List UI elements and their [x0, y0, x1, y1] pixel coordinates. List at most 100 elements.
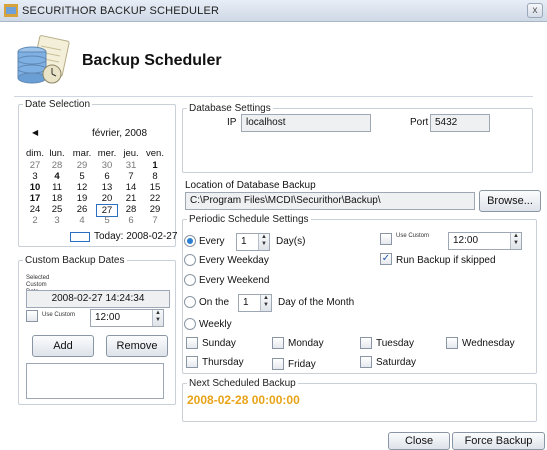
calendar-day[interactable]: 4 — [71, 215, 93, 226]
every-days-value: 1 — [241, 236, 247, 247]
every-days-spinner[interactable]: ▲ ▼ — [258, 234, 269, 250]
periodic-time-value: 12:00 — [453, 235, 479, 246]
window-title: SECURITHOR BACKUP SCHEDULER — [22, 5, 220, 17]
periodic-use-custom-checkbox[interactable] — [380, 233, 392, 245]
calendar-day[interactable]: 12 — [71, 182, 93, 193]
periodic-schedule-legend: Periodic Schedule Settings — [189, 214, 309, 225]
calendar-day[interactable]: 15 — [144, 182, 166, 193]
close-button[interactable]: Close — [388, 432, 450, 450]
custom-use-custom-checkbox[interactable] — [26, 310, 38, 322]
calendar-day[interactable]: 3 — [46, 215, 68, 226]
custom-datetime-display[interactable]: 2008-02-27 14:24:34 — [26, 290, 170, 308]
tuesday-checkbox[interactable] — [360, 337, 372, 349]
custom-dates-list[interactable] — [26, 363, 164, 399]
saturday-checkbox[interactable] — [360, 356, 372, 368]
ip-input[interactable]: localhost — [241, 114, 371, 132]
remove-button[interactable]: Remove — [106, 335, 168, 357]
every-weekday-radio[interactable] — [184, 254, 196, 266]
page-title: Backup Scheduler — [82, 52, 222, 69]
calendar-day[interactable]: 14 — [120, 182, 142, 193]
today-marker — [70, 232, 90, 242]
custom-time-spinner[interactable]: ▲ ▼ — [152, 310, 163, 326]
calendar-day[interactable]: 25 — [46, 204, 68, 215]
title-bar: SECURITHOR BACKUP SCHEDULER x — [0, 0, 547, 22]
prev-month-icon[interactable]: ◀ — [32, 128, 38, 137]
weekday-label: jeu. — [123, 148, 139, 159]
calendar-day[interactable]: 7 — [144, 215, 166, 226]
calendar-day[interactable]: 7 — [120, 171, 142, 182]
calendar-week-row: 10 11 12 13 14 15 — [24, 182, 180, 193]
periodic-use-custom-label: Use Custom — [396, 233, 430, 239]
date-selection-legend: Date Selection — [25, 99, 91, 110]
on-the-day-radio[interactable] — [184, 296, 196, 308]
calendar-day[interactable]: 8 — [144, 171, 166, 182]
sunday-label: Sunday — [202, 338, 236, 349]
add-button[interactable]: Add — [32, 335, 94, 357]
calendar-day[interactable]: 6 — [96, 171, 118, 182]
every-label: Every — [199, 236, 225, 247]
tuesday-label: Tuesday — [376, 338, 414, 349]
calendar-day[interactable]: 29 — [144, 204, 166, 215]
calendar-day[interactable]: 21 — [120, 193, 142, 204]
weekday-label: ven. — [146, 148, 164, 159]
calendar-day[interactable]: 1 — [144, 160, 166, 171]
saturday-label: Saturday — [376, 357, 417, 368]
calendar-day[interactable]: 17 — [24, 193, 46, 204]
next-backup-value: 2008-02-28 00:00:00 — [187, 393, 300, 407]
database-schedule-icon — [17, 35, 70, 84]
calendar-day[interactable]: 31 — [120, 160, 142, 171]
wednesday-checkbox[interactable] — [446, 337, 458, 349]
next-backup-legend: Next Scheduled Backup — [189, 378, 296, 389]
run-if-skipped-checkbox[interactable]: ✓ — [380, 253, 392, 265]
calendar-day[interactable]: 27 — [24, 160, 46, 171]
calendar-day[interactable]: 20 — [96, 193, 118, 204]
weekly-radio[interactable] — [184, 318, 196, 330]
calendar-day[interactable]: 19 — [71, 193, 93, 204]
header-divider — [14, 96, 533, 97]
calendar-day[interactable]: 2 — [24, 215, 46, 226]
calendar-day[interactable]: 5 — [96, 215, 118, 226]
weekday-label: dim. — [26, 148, 44, 159]
window-close-button[interactable]: x — [527, 3, 543, 18]
calendar-week-row: 27 28 29 30 31 1 — [24, 160, 180, 171]
calendar-day[interactable]: 3 — [24, 171, 46, 182]
every-days-radio[interactable] — [184, 235, 196, 247]
calendar-day[interactable]: 28 — [120, 204, 142, 215]
custom-time-value: 12:00 — [95, 312, 121, 323]
thursday-checkbox[interactable] — [186, 356, 198, 368]
calendar-week-row: 3 4 5 6 7 8 — [24, 171, 180, 182]
calendar-month-label: février, 2008 — [92, 128, 148, 139]
browse-button[interactable]: Browse... — [479, 190, 541, 212]
day-of-month-label: Day of the Month — [278, 297, 355, 308]
every-weekend-radio[interactable] — [184, 274, 196, 286]
calendar-day[interactable]: 10 — [24, 182, 46, 193]
periodic-time-spinner[interactable]: ▲ ▼ — [510, 233, 521, 249]
calendar-day[interactable]: 26 — [71, 204, 93, 215]
calendar-day[interactable]: 28 — [46, 160, 68, 171]
app-icon — [4, 4, 18, 17]
friday-label: Friday — [288, 359, 316, 370]
sunday-checkbox[interactable] — [186, 337, 198, 349]
calendar-day[interactable]: 18 — [46, 193, 68, 204]
monday-checkbox[interactable] — [272, 337, 284, 349]
calendar-day[interactable]: 5 — [71, 171, 93, 182]
weekly-label: Weekly — [199, 319, 232, 330]
calendar-day[interactable]: 11 — [46, 182, 68, 193]
monday-label: Monday — [288, 338, 324, 349]
calendar-day[interactable]: 6 — [120, 215, 142, 226]
force-backup-button[interactable]: Force Backup Now — [452, 432, 545, 450]
day-of-month-spinner[interactable]: ▲ ▼ — [260, 295, 271, 311]
calendar-day[interactable]: 24 — [24, 204, 46, 215]
calendar-day[interactable]: 4 — [46, 171, 68, 182]
custom-use-custom-label: Use Custom — [42, 312, 76, 318]
backup-path-input[interactable]: C:\Program Files\MCDI\Securithor\Backup\ — [185, 192, 475, 210]
today-label[interactable]: Today: 2008-02-27 — [94, 231, 177, 242]
calendar-day[interactable]: 29 — [71, 160, 93, 171]
calendar-day[interactable]: 30 — [96, 160, 118, 171]
location-label: Location of Database Backup — [185, 180, 316, 191]
calendar-day[interactable]: 22 — [144, 193, 166, 204]
friday-checkbox[interactable] — [272, 358, 284, 370]
port-input[interactable]: 5432 — [430, 114, 490, 132]
calendar-day[interactable]: 13 — [96, 182, 118, 193]
day-of-month-value: 1 — [243, 297, 249, 308]
